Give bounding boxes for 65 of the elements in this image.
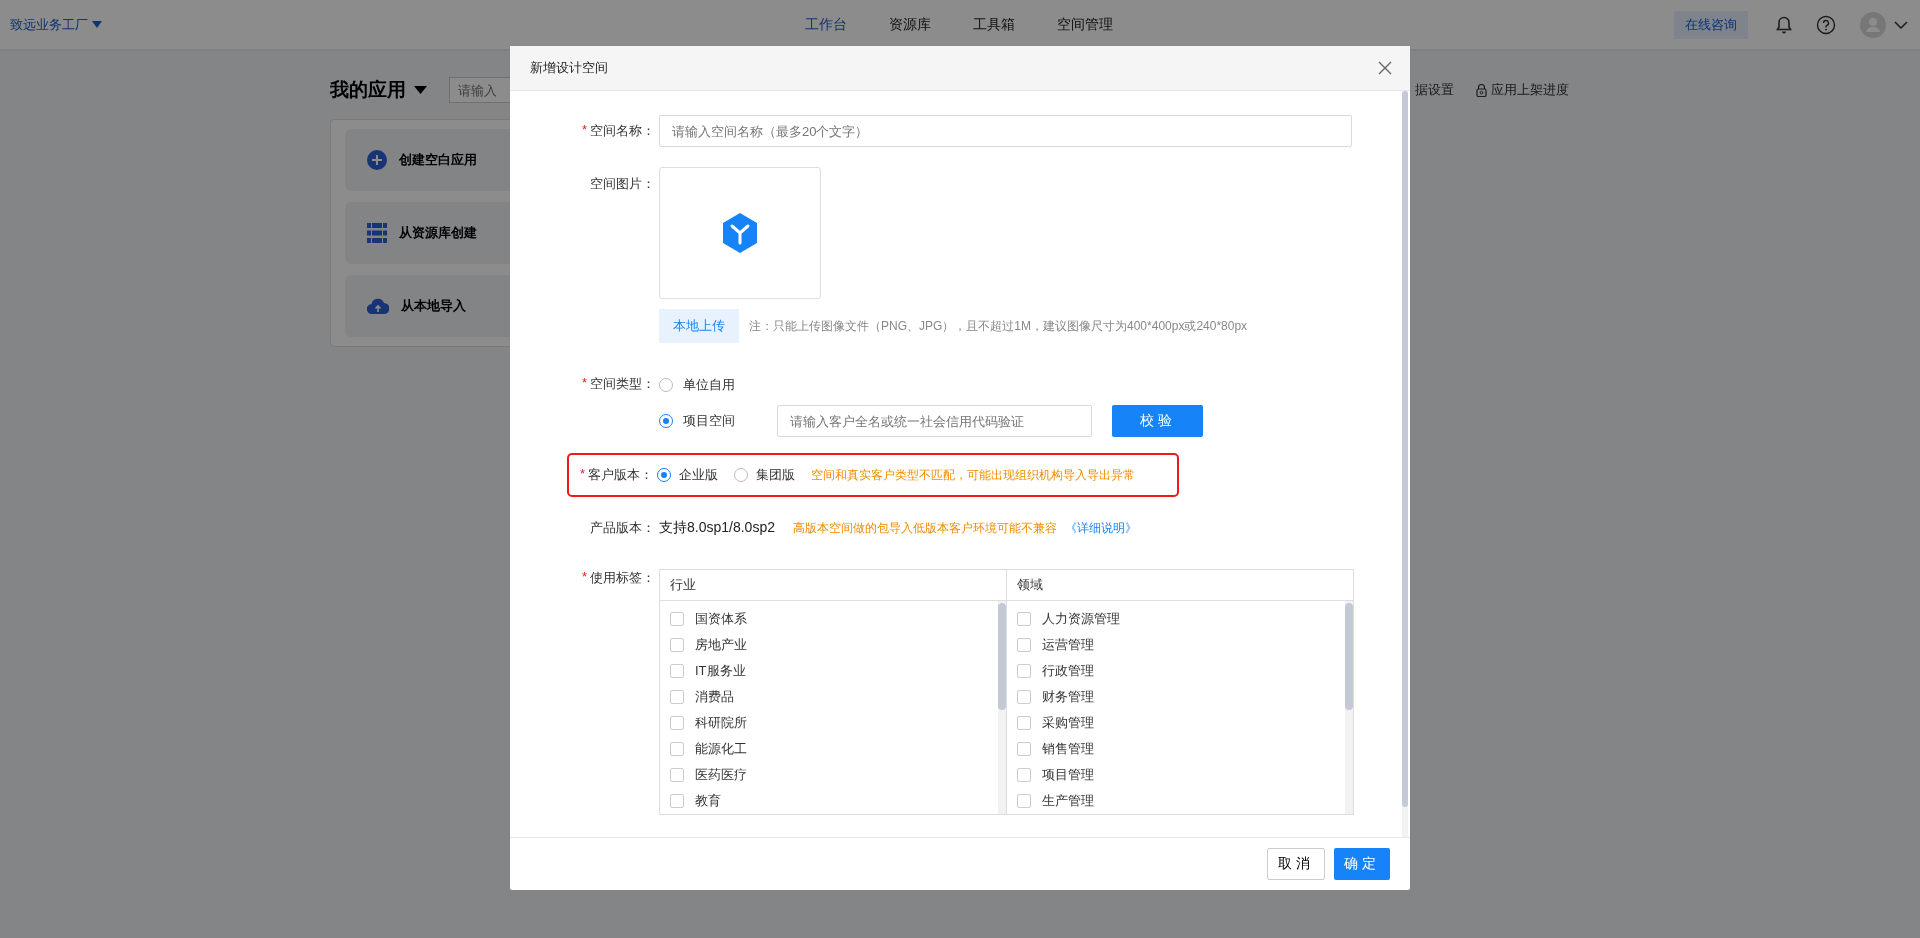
column-header: 领域 — [1007, 570, 1353, 601]
tag-checkbox[interactable]: 能源化工 — [670, 736, 988, 762]
verify-input[interactable]: 请输入客户全名或统一社会信用代码验证 — [777, 405, 1092, 437]
caret-icon[interactable] — [92, 21, 102, 28]
tag-checkbox[interactable]: IT服务业 — [670, 658, 988, 684]
required-mark: * — [581, 122, 587, 139]
upload-hint: 注：只能上传图像文件（PNG、JPG），且不超过1M，建议图像尺寸为400*400px或240*80px — [749, 317, 1248, 335]
field-label: 空间图片： — [590, 175, 655, 193]
field-label: 使用标签： — [590, 569, 655, 587]
field-label: 空间类型： — [590, 375, 655, 393]
cube-logo-icon — [722, 213, 758, 253]
radio-option[interactable]: 项目空间 — [659, 412, 735, 430]
compat-note: 高版本空间做的包导入低版本客户环境可能不兼容 — [792, 519, 1057, 537]
tag-checkbox[interactable]: 生产管理 — [1017, 788, 1335, 814]
scrollbar[interactable] — [998, 601, 1006, 814]
tag-checkbox[interactable]: 国资体系 — [670, 606, 988, 632]
lock-icon — [1476, 83, 1487, 97]
toolbar-link[interactable]: 据设置 — [1415, 81, 1454, 99]
required-mark: * — [581, 569, 587, 586]
column-header: 行业 — [660, 570, 1006, 601]
warning-text: 空间和真实客户类型不匹配，可能出现组织机构导入导出异常 — [811, 466, 1135, 484]
toolbar-link[interactable]: 应用上架进度 — [1491, 81, 1569, 99]
tag-checkbox[interactable]: 教育 — [670, 788, 988, 814]
grid-icon — [367, 223, 387, 243]
tag-checkbox[interactable]: 科研院所 — [670, 710, 988, 736]
verify-button[interactable]: 校验 — [1112, 405, 1203, 437]
tag-checkbox[interactable]: 行政管理 — [1017, 658, 1335, 684]
radio-option[interactable]: 单位自用 — [659, 376, 735, 394]
required-mark: * — [579, 466, 585, 483]
product-version: 支持8.0sp1/8.0sp2 — [659, 519, 775, 537]
tag-checkbox[interactable]: 项目管理 — [1017, 762, 1335, 788]
tag-checkbox[interactable]: 财务管理 — [1017, 684, 1335, 710]
tag-checkbox[interactable]: 销售管理 — [1017, 736, 1335, 762]
tag-checkbox[interactable]: 人力资源管理 — [1017, 606, 1335, 632]
scrollbar[interactable] — [1402, 91, 1408, 837]
tag-checkbox[interactable]: 消费品 — [670, 684, 988, 710]
bell-icon[interactable] — [1776, 15, 1792, 34]
help-icon[interactable] — [1816, 14, 1836, 35]
confirm-button[interactable]: 确定 — [1334, 848, 1390, 880]
nav-tab[interactable]: 空间管理 — [1057, 15, 1113, 34]
cancel-button[interactable]: 取消 — [1267, 848, 1325, 880]
page-title: 我的应用 — [330, 78, 406, 102]
plus-circle-icon — [367, 150, 387, 170]
name-input[interactable]: 请输入空间名称（最多20个文字） — [659, 115, 1352, 147]
field-label: 客户版本： — [588, 466, 653, 484]
field-label: 产品版本： — [590, 519, 655, 537]
workspace-name[interactable]: 致远业务工厂 — [10, 15, 88, 34]
dialog-title: 新增设计空间 — [530, 59, 608, 77]
tag-checkbox[interactable]: 运营管理 — [1017, 632, 1335, 658]
nav-tab[interactable]: 工作台 — [805, 15, 847, 34]
nav-tab[interactable]: 资源库 — [889, 15, 931, 34]
radio-option[interactable]: 集团版 — [734, 466, 795, 484]
details-link[interactable]: 《详细说明》 — [1064, 519, 1137, 537]
nav-tab[interactable]: 工具箱 — [973, 15, 1015, 34]
close-icon[interactable] — [1378, 61, 1392, 75]
tag-checkbox[interactable]: 房地产业 — [670, 632, 988, 658]
field-label: 空间名称： — [590, 122, 655, 140]
scrollbar[interactable] — [1345, 601, 1353, 814]
required-mark: * — [581, 375, 587, 392]
cloud-upload-icon — [367, 298, 389, 314]
caret-icon[interactable] — [414, 86, 427, 94]
chevron-down-icon[interactable] — [1894, 20, 1908, 29]
radio-option[interactable]: 企业版 — [657, 466, 718, 484]
tag-checkbox[interactable]: 采购管理 — [1017, 710, 1335, 736]
tag-checkbox[interactable]: 医药医疗 — [670, 762, 988, 788]
